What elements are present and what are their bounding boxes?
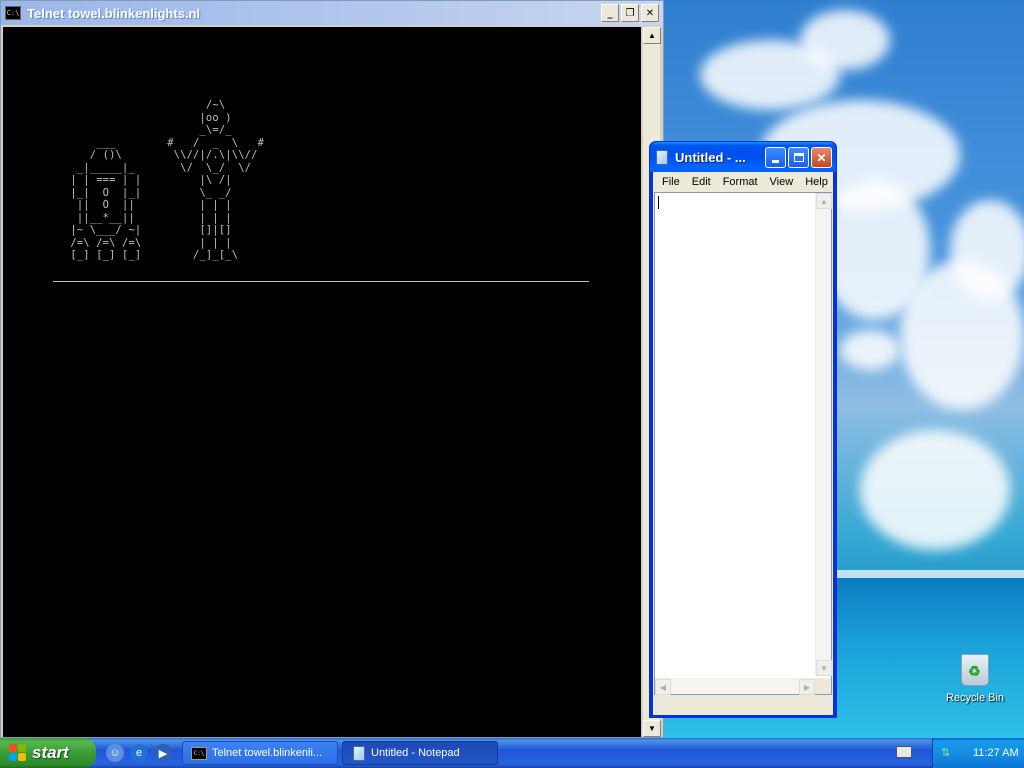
console-title-bar[interactable]: C:\ Telnet towel.blinkenlights.nl _ ❐ ✕ (1, 1, 663, 25)
recycle-bin-label: Recycle Bin (945, 692, 1005, 704)
cloud (840, 330, 900, 370)
menu-file[interactable]: File (656, 176, 686, 188)
quick-launch: ☺ e ▶ (106, 744, 172, 762)
clock[interactable]: 11:27 AM (973, 747, 1019, 759)
minimize-icon (772, 159, 779, 163)
notepad-window[interactable]: Untitled - ... ✕ File Edit Format View H… (649, 141, 837, 718)
minimize-button[interactable]: _ (601, 4, 619, 22)
console-icon[interactable]: C:\ (5, 6, 21, 20)
scroll-down-arrow-icon[interactable]: ▼ (643, 720, 661, 737)
notepad-text-area[interactable]: ▲ ▼ ◀ ▶ (654, 192, 832, 695)
notepad-vertical-scrollbar[interactable]: ▲ ▼ (815, 193, 832, 676)
close-button[interactable]: ✕ (641, 4, 659, 22)
system-tray: ⇅ 11:27 AM (932, 738, 1024, 768)
scroll-up-arrow-icon[interactable]: ▲ (643, 27, 661, 44)
restore-button[interactable]: ❐ (621, 4, 639, 22)
telnet-console-window[interactable]: C:\ Telnet towel.blinkenlights.nl _ ❐ ✕ … (0, 0, 664, 738)
notepad-horizontal-scrollbar[interactable]: ◀ ▶ (655, 678, 815, 695)
taskbar: start ☺ e ▶ C:\ Telnet towel.blinkenli..… (0, 738, 1024, 768)
recycle-symbol-icon: ♻ (968, 663, 981, 679)
recycle-bin-shortcut[interactable]: ♻ Recycle Bin (942, 654, 1008, 704)
notepad-icon[interactable] (656, 149, 668, 165)
menu-help[interactable]: Help (799, 176, 834, 188)
windows-logo-icon (9, 744, 27, 762)
logo-yellow (18, 753, 26, 761)
taskbar-button-telnet[interactable]: C:\ Telnet towel.blinkenli... (182, 741, 338, 765)
text-caret (658, 196, 659, 209)
start-label: start (32, 743, 69, 762)
notepad-menu-bar: File Edit Format View Help (653, 172, 833, 191)
console-screen[interactable]: /~\ |oo ) _\=/_ ___ # / _ \ # / ()\ \\//… (3, 27, 641, 737)
console-icon: C:\ (191, 746, 207, 760)
taskbar-button-notepad[interactable]: Untitled - Notepad (342, 741, 498, 765)
show-desktop-icon[interactable]: ☺ (106, 744, 124, 762)
minimize-button[interactable] (765, 147, 786, 168)
recycle-bin-icon[interactable]: ♻ (961, 654, 989, 686)
maximize-button[interactable] (788, 147, 809, 168)
internet-explorer-icon[interactable]: e (130, 744, 148, 762)
notepad-window-controls: ✕ (765, 147, 832, 168)
ascii-art: /~\ |oo ) _\=/_ ___ # / _ \ # / ()\ \\//… (70, 99, 265, 261)
notepad-title: Untitled - ... (675, 149, 746, 165)
logo-green (18, 744, 26, 752)
menu-format[interactable]: Format (717, 176, 764, 188)
menu-view[interactable]: View (764, 176, 800, 188)
close-button[interactable]: ✕ (811, 147, 832, 168)
console-title: Telnet towel.blinkenlights.nl (27, 5, 201, 21)
media-player-icon[interactable]: ▶ (154, 744, 172, 762)
menu-edit[interactable]: Edit (686, 176, 717, 188)
notepad-title-bar[interactable]: Untitled - ... ✕ (650, 142, 836, 172)
taskbar-button-label: Telnet towel.blinkenli... (212, 747, 323, 759)
cloud (950, 200, 1024, 300)
resize-grip-icon[interactable] (815, 678, 831, 694)
logo-red (9, 744, 17, 752)
notepad-icon (353, 745, 365, 761)
cloud (800, 10, 890, 70)
maximize-icon (793, 153, 804, 162)
scroll-right-arrow-icon[interactable]: ▶ (799, 679, 815, 695)
ascii-ground-line (53, 281, 589, 282)
taskbar-button-label: Untitled - Notepad (371, 747, 460, 759)
notepad-body: File Edit Format View Help ▲ ▼ ◀ ▶ (653, 172, 833, 715)
cloud (860, 430, 1010, 550)
scroll-down-arrow-icon[interactable]: ▼ (816, 660, 832, 676)
console-window-controls: _ ❐ ✕ (601, 4, 659, 22)
scroll-up-arrow-icon[interactable]: ▲ (816, 193, 832, 209)
network-icon[interactable]: ⇅ (941, 746, 955, 760)
close-icon: ✕ (816, 150, 827, 165)
logo-blue (9, 753, 17, 761)
start-button[interactable]: start (0, 738, 96, 768)
keyboard-language-icon[interactable] (896, 746, 912, 758)
scroll-left-arrow-icon[interactable]: ◀ (655, 679, 671, 695)
